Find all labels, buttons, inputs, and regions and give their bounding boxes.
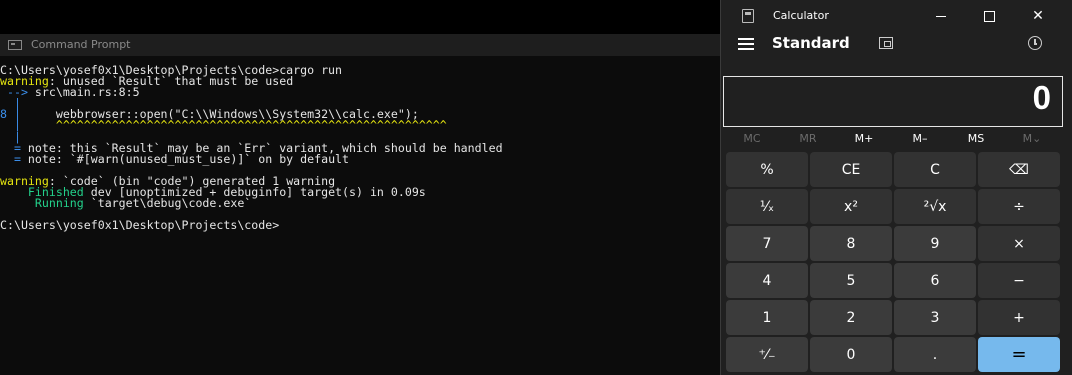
cmd-title: Command Prompt [31,38,131,51]
memory-subtract-button[interactable]: M– [892,132,948,148]
negate-button[interactable]: ⁺⁄₋ [726,337,808,372]
add-button[interactable]: + [978,300,1060,335]
memory-list-button[interactable]: M⌄ [1004,132,1060,148]
multiply-button[interactable]: × [978,226,1060,261]
terminal-icon [8,40,22,50]
mode-title: Standard [772,34,850,52]
minimize-icon [936,16,946,17]
console-text: = [0,151,28,166]
calculator-icon [742,9,754,23]
calc-title: Calculator [773,9,829,22]
keep-on-top-icon[interactable] [879,37,893,49]
cmd-titlebar[interactable]: Command Prompt [0,34,722,56]
subtract-button[interactable]: − [978,263,1060,298]
console-text: src\main.rs:8:5 [34,85,140,100]
digit-2-button[interactable]: 2 [810,300,892,335]
calculator-window: Calculator ✕ Standard 0 MC MR M+ M– MS M⌄ % CE… [720,0,1072,375]
backspace-button[interactable]: ⌫ [978,152,1060,187]
clear-entry-button[interactable]: CE [810,152,892,187]
command-prompt-window: Command Prompt C:\Users\yosef0x1\Desktop… [0,34,722,375]
console-text: `target\debug\code.exe` [83,196,252,211]
console-line: Running `target\debug\code.exe` [0,196,722,211]
decimal-button[interactable]: . [894,337,976,372]
hamburger-icon[interactable] [738,38,754,50]
digit-9-button[interactable]: 9 [894,226,976,261]
maximize-icon [983,11,995,22]
digit-3-button[interactable]: 3 [894,300,976,335]
equals-button[interactable]: = [978,337,1060,372]
console-line: C:\Users\yosef0x1\Desktop\Projects\code> [0,218,722,233]
maximize-button[interactable] [974,6,1004,26]
console-output[interactable]: C:\Users\yosef0x1\Desktop\Projects\code>… [0,64,722,233]
digit-4-button[interactable]: 4 [726,263,808,298]
console-text: : `#[warn(unused_must_use)]` on by defau… [55,151,350,166]
history-icon[interactable] [1028,36,1042,50]
memory-add-button[interactable]: M+ [836,132,892,148]
percent-button[interactable]: % [726,152,808,187]
console-line: = note: `#[warn(unused_must_use)]` on by… [0,151,722,166]
divide-button[interactable]: ÷ [978,189,1060,224]
memory-recall-button[interactable]: MR [780,132,836,148]
console-line: --> src\main.rs:8:5 [0,85,722,100]
memory-clear-button[interactable]: MC [724,132,780,148]
console-text: ^^^^^^^^^^^^^^^^^^^^^^^^^^^^^^^^^^^^^^^^… [20,118,447,133]
memory-store-button[interactable]: MS [948,132,1004,148]
console-text: Running [0,196,84,211]
minimize-button[interactable] [926,6,956,26]
digit-0-button[interactable]: 0 [810,337,892,372]
square-root-button[interactable]: ²√x [894,189,976,224]
clear-button[interactable]: C [894,152,976,187]
square-button[interactable]: x² [810,189,892,224]
digit-8-button[interactable]: 8 [810,226,892,261]
result-display: 0 [723,76,1063,127]
digit-1-button[interactable]: 1 [726,300,808,335]
close-icon: ✕ [1032,8,1044,24]
digit-6-button[interactable]: 6 [894,263,976,298]
reciprocal-button[interactable]: ¹⁄ₓ [726,189,808,224]
calc-titlebar[interactable]: Calculator ✕ [721,0,1072,32]
close-button[interactable]: ✕ [1023,6,1053,26]
console-line: | ^^^^^^^^^^^^^^^^^^^^^^^^^^^^^^^^^^^^^^… [0,118,722,133]
console-text: C:\Users\yosef0x1\Desktop\Projects\code> [0,218,280,233]
display-value: 0 [1032,79,1051,116]
digit-5-button[interactable]: 5 [810,263,892,298]
digit-7-button[interactable]: 7 [726,226,808,261]
console-text: note [27,151,56,166]
